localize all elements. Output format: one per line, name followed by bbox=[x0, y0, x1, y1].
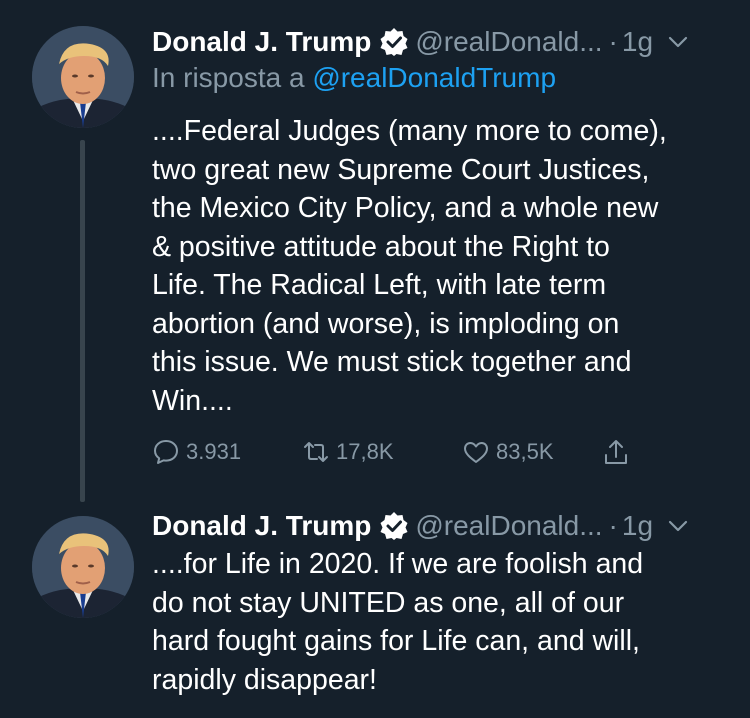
author-name[interactable]: Donald J. Trump bbox=[152, 510, 371, 542]
tweet-text: ....Federal Judges (many more to come), … bbox=[152, 115, 667, 417]
retweet-button[interactable]: 17,8K bbox=[302, 438, 462, 466]
verified-badge-icon bbox=[379, 27, 409, 57]
separator-dot: · bbox=[608, 510, 618, 541]
avatar-image bbox=[32, 26, 134, 128]
like-count: 83,5K bbox=[496, 439, 554, 464]
tweet[interactable]: Donald J. Trump @realDonald... · 1g In r… bbox=[0, 0, 750, 502]
avatar[interactable] bbox=[32, 516, 134, 618]
reply-prefix: In risposta a bbox=[152, 62, 305, 93]
retweet-icon bbox=[304, 442, 328, 462]
author-handle[interactable]: @realDonald... bbox=[415, 510, 602, 542]
thread-line bbox=[80, 140, 85, 502]
tweet-actions: 3.931 17,8K 83,5K bbox=[152, 434, 636, 470]
like-icon bbox=[464, 442, 488, 463]
verified-badge-icon bbox=[379, 511, 409, 541]
avatar[interactable] bbox=[32, 26, 134, 128]
tweet-header: Donald J. Trump @realDonald... · 1g bbox=[152, 22, 730, 62]
timestamp[interactable]: 1g bbox=[622, 26, 653, 58]
reply-to-link[interactable]: @realDonaldTrump bbox=[312, 62, 556, 93]
tweet-header: Donald J. Trump @realDonald... · 1g bbox=[152, 506, 730, 546]
share-icon bbox=[605, 440, 627, 464]
tweet[interactable]: Donald J. Trump @realDonald... · 1g ....… bbox=[0, 500, 750, 718]
author-name[interactable]: Donald J. Trump bbox=[152, 26, 371, 58]
reply-context: In risposta a @realDonaldTrump bbox=[152, 62, 556, 94]
reply-button[interactable]: 3.931 bbox=[152, 438, 302, 466]
like-button[interactable]: 83,5K bbox=[462, 438, 602, 466]
timestamp[interactable]: 1g bbox=[622, 510, 653, 542]
author-handle[interactable]: @realDonald... bbox=[415, 26, 602, 58]
chevron-down-icon[interactable] bbox=[667, 31, 689, 53]
tweet-text: ....for Life in 2020. If we are foolish … bbox=[152, 548, 644, 696]
separator-dot: · bbox=[608, 26, 618, 57]
avatar-image bbox=[32, 516, 134, 618]
chevron-down-icon[interactable] bbox=[667, 515, 689, 537]
share-button[interactable] bbox=[602, 438, 636, 466]
reply-icon bbox=[154, 440, 178, 464]
reply-count: 3.931 bbox=[186, 439, 242, 464]
retweet-count: 17,8K bbox=[336, 439, 394, 464]
